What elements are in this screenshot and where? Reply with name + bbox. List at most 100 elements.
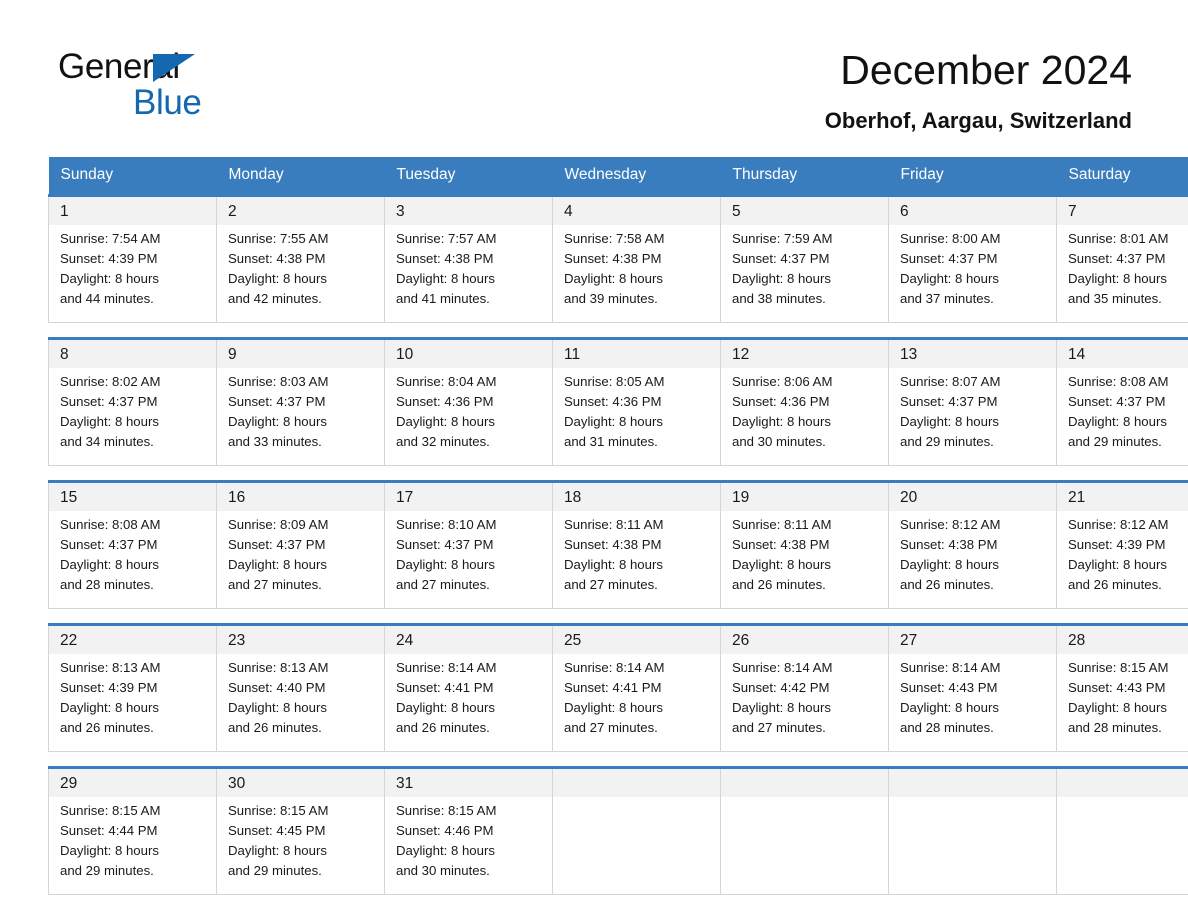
day-number-cell[interactable]: 24 xyxy=(384,623,553,654)
day-detail-cell: Sunrise: 8:06 AM Sunset: 4:36 PM Daylight:… xyxy=(720,368,889,466)
sunrise-text: Sunrise: 8:07 AM xyxy=(900,374,1001,389)
daylight-text-line2: and 27 minutes. xyxy=(396,577,490,592)
week-detail-row: Sunrise: 8:02 AM Sunset: 4:37 PM Daylight:… xyxy=(48,368,1188,466)
daylight-text-line2: and 27 minutes. xyxy=(564,720,658,735)
sunrise-text: Sunrise: 7:59 AM xyxy=(732,231,833,246)
day-number-cell[interactable]: 5 xyxy=(720,194,889,225)
day-number-cell[interactable]: 16 xyxy=(216,480,385,511)
day-number-cell[interactable]: 9 xyxy=(216,337,385,368)
daylight-text-line1: Daylight: 8 hours xyxy=(732,557,831,572)
sunset-text: Sunset: 4:37 PM xyxy=(732,251,830,266)
day-detail-cell: Sunrise: 8:11 AM Sunset: 4:38 PM Daylight:… xyxy=(552,511,721,609)
day-number-cell[interactable]: 3 xyxy=(384,194,553,225)
day-number-cell[interactable]: 25 xyxy=(552,623,721,654)
sunset-text: Sunset: 4:38 PM xyxy=(564,251,662,266)
day-number-cell[interactable]: 7 xyxy=(1056,194,1188,225)
daylight-text-line2: and 44 minutes. xyxy=(60,291,154,306)
day-number-cell[interactable]: 26 xyxy=(720,623,889,654)
day-number-cell[interactable]: 6 xyxy=(888,194,1057,225)
calendar-page: General Blue December 2024 Oberhof, Aarg… xyxy=(0,0,1188,918)
day-number-cell[interactable]: 22 xyxy=(48,623,217,654)
week-date-row: 1234567 xyxy=(48,194,1188,225)
day-number-cell[interactable]: 19 xyxy=(720,480,889,511)
sunrise-text: Sunrise: 8:06 AM xyxy=(732,374,833,389)
sunset-text: Sunset: 4:38 PM xyxy=(732,537,830,552)
sunset-text: Sunset: 4:37 PM xyxy=(1068,394,1166,409)
daylight-text-line2: and 29 minutes. xyxy=(228,863,322,878)
day-number-cell-empty xyxy=(888,766,1057,797)
daylight-text-line1: Daylight: 8 hours xyxy=(60,414,159,429)
day-number-cell[interactable]: 1 xyxy=(48,194,217,225)
day-number-cell[interactable]: 20 xyxy=(888,480,1057,511)
title-block: December 2024 Oberhof, Aargau, Switzerla… xyxy=(825,46,1132,136)
day-number-cell[interactable]: 29 xyxy=(48,766,217,797)
sunrise-text: Sunrise: 8:11 AM xyxy=(732,517,832,532)
day-number-cell[interactable]: 11 xyxy=(552,337,721,368)
daylight-text-line2: and 29 minutes. xyxy=(1068,434,1162,449)
day-detail-cell: Sunrise: 8:08 AM Sunset: 4:37 PM Daylight:… xyxy=(1056,368,1188,466)
daylight-text-line1: Daylight: 8 hours xyxy=(1068,414,1167,429)
daylight-text-line2: and 26 minutes. xyxy=(228,720,322,735)
week-detail-row: Sunrise: 8:13 AM Sunset: 4:39 PM Daylight:… xyxy=(48,654,1188,752)
week-spacer xyxy=(48,608,1188,625)
day-number-cell[interactable]: 15 xyxy=(48,480,217,511)
daylight-text-line1: Daylight: 8 hours xyxy=(564,700,663,715)
day-number-cell[interactable]: 14 xyxy=(1056,337,1188,368)
day-number-cell[interactable]: 21 xyxy=(1056,480,1188,511)
day-number-cell[interactable]: 12 xyxy=(720,337,889,368)
day-detail-cell: Sunrise: 8:15 AM Sunset: 4:44 PM Daylight:… xyxy=(48,797,217,895)
day-detail-cell: Sunrise: 8:05 AM Sunset: 4:36 PM Daylight:… xyxy=(552,368,721,466)
day-number-cell[interactable]: 17 xyxy=(384,480,553,511)
daylight-text-line1: Daylight: 8 hours xyxy=(228,271,327,286)
week-spacer-cell xyxy=(48,608,1188,625)
day-number-cell[interactable]: 28 xyxy=(1056,623,1188,654)
daylight-text-line2: and 28 minutes. xyxy=(60,577,154,592)
weekday-header-tuesday: Tuesday xyxy=(384,157,553,196)
daylight-text-line1: Daylight: 8 hours xyxy=(900,557,999,572)
sunset-text: Sunset: 4:43 PM xyxy=(900,680,998,695)
daylight-text-line1: Daylight: 8 hours xyxy=(1068,271,1167,286)
day-detail-cell-empty xyxy=(720,797,889,895)
sunrise-text: Sunrise: 8:12 AM xyxy=(1068,517,1169,532)
sunset-text: Sunset: 4:43 PM xyxy=(1068,680,1166,695)
day-detail-cell: Sunrise: 7:57 AM Sunset: 4:38 PM Daylight:… xyxy=(384,225,553,323)
day-detail-cell: Sunrise: 8:14 AM Sunset: 4:42 PM Daylight:… xyxy=(720,654,889,752)
week-spacer-cell xyxy=(48,322,1188,339)
daylight-text-line1: Daylight: 8 hours xyxy=(564,414,663,429)
sunset-text: Sunset: 4:39 PM xyxy=(60,680,158,695)
sunset-text: Sunset: 4:36 PM xyxy=(396,394,494,409)
daylight-text-line1: Daylight: 8 hours xyxy=(396,271,495,286)
general-blue-logo[interactable]: General Blue xyxy=(58,49,202,120)
day-detail-cell: Sunrise: 8:09 AM Sunset: 4:37 PM Daylight:… xyxy=(216,511,385,609)
day-number-cell[interactable]: 18 xyxy=(552,480,721,511)
daylight-text-line1: Daylight: 8 hours xyxy=(228,700,327,715)
page-title: December 2024 xyxy=(840,47,1132,93)
day-number-cell[interactable]: 27 xyxy=(888,623,1057,654)
page-header: General Blue December 2024 Oberhof, Aarg… xyxy=(0,0,1188,133)
sunset-text: Sunset: 4:36 PM xyxy=(564,394,662,409)
sunrise-text: Sunrise: 8:15 AM xyxy=(60,803,161,818)
daylight-text-line2: and 32 minutes. xyxy=(396,434,490,449)
day-number-cell[interactable]: 2 xyxy=(216,194,385,225)
sunset-text: Sunset: 4:37 PM xyxy=(396,537,494,552)
day-number-cell[interactable]: 8 xyxy=(48,337,217,368)
day-number-cell[interactable]: 10 xyxy=(384,337,553,368)
sunset-text: Sunset: 4:40 PM xyxy=(228,680,326,695)
daylight-text-line2: and 42 minutes. xyxy=(228,291,322,306)
sunrise-text: Sunrise: 8:15 AM xyxy=(228,803,329,818)
calendar-body: 1 2 3 4 5 6 7 Sunrise: 7:54 AM Sunset: 4:39 PM Da… xyxy=(48,194,1188,895)
day-number-cell[interactable]: 4 xyxy=(552,194,721,225)
day-number-cell[interactable]: 30 xyxy=(216,766,385,797)
day-detail-cell: Sunrise: 7:55 AM Sunset: 4:38 PM Daylight:… xyxy=(216,225,385,323)
day-detail-cell: Sunrise: 8:07 AM Sunset: 4:37 PM Daylight:… xyxy=(888,368,1057,466)
sunset-text: Sunset: 4:41 PM xyxy=(396,680,494,695)
daylight-text-line1: Daylight: 8 hours xyxy=(900,271,999,286)
daylight-text-line2: and 38 minutes. xyxy=(732,291,826,306)
sunset-text: Sunset: 4:39 PM xyxy=(60,251,158,266)
day-number-cell[interactable]: 31 xyxy=(384,766,553,797)
day-detail-cell: Sunrise: 8:00 AM Sunset: 4:37 PM Daylight:… xyxy=(888,225,1057,323)
sunrise-text: Sunrise: 7:58 AM xyxy=(564,231,665,246)
day-number-cell[interactable]: 13 xyxy=(888,337,1057,368)
day-number-cell[interactable]: 23 xyxy=(216,623,385,654)
daylight-text-line2: and 29 minutes. xyxy=(900,434,994,449)
